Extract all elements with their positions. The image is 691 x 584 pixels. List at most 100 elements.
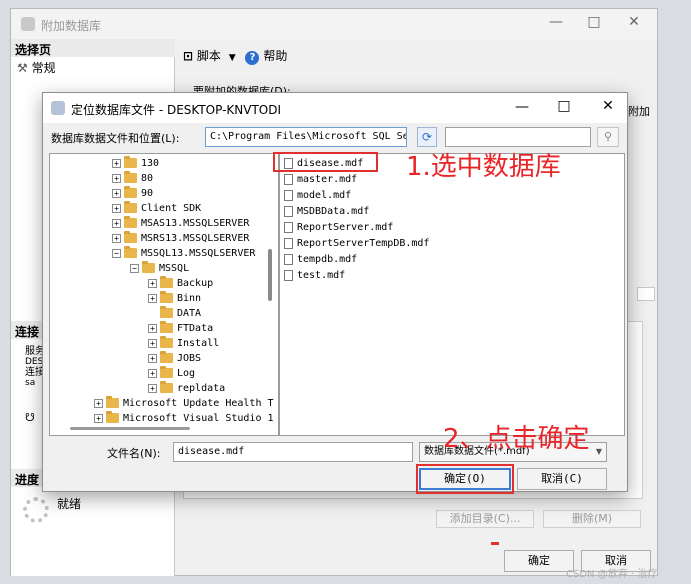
tree-item[interactable]: + repldata [148,381,225,396]
expand-icon[interactable]: + [112,158,121,168]
folder-icon [106,396,119,408]
filter-input[interactable] [445,127,591,147]
collapse-icon[interactable]: − [112,248,121,258]
tree-item[interactable]: + Log [148,366,195,381]
folder-icon [124,246,137,258]
tree-item[interactable]: +80 [112,171,153,186]
expand-icon[interactable]: + [112,203,121,213]
ok-button[interactable]: 确定 [504,550,574,572]
file-item[interactable]: tempdb.mdf [284,252,357,267]
progress-spinner-icon [23,497,49,523]
expand-icon[interactable]: + [148,293,157,303]
tree-vertical-scrollbar[interactable] [268,249,272,301]
folder-icon [124,156,137,168]
expand-icon[interactable]: + [112,218,121,228]
chevron-down-icon: ▼ [228,53,236,63]
folder-icon [142,261,155,273]
maximize-icon[interactable]: □ [579,14,609,30]
app-icon [21,17,35,31]
folder-icon [160,366,173,378]
refresh-icon[interactable]: ⟳ [417,127,437,147]
tree-item[interactable]: + Install [148,336,219,351]
expand-icon[interactable]: + [148,383,157,393]
watermark: CSDN @放弃 · 治疗 [566,569,658,580]
help-button[interactable]: ? 帮助 [245,49,287,65]
attach-dialog-titlebar: 附加数据库 — □ ✕ [11,9,657,39]
expand-icon[interactable]: + [94,413,103,423]
file-item[interactable]: test.mdf [284,268,345,283]
file-icon [284,237,293,249]
filename-label: 文件名(N): [107,447,161,460]
locate-dialog-titlebar: 定位数据库文件 - DESKTOP-KNVTODI — □ ✕ [43,93,627,123]
file-icon [284,173,293,185]
filename-input[interactable]: disease.mdf [173,442,413,462]
minimize-icon[interactable]: — [507,99,537,115]
expand-icon[interactable]: + [112,173,121,183]
folder-icon [106,411,119,423]
attach-dialog-title: 附加数据库 [41,19,102,33]
tree-item[interactable]: − MSSQL13.MSSQLSERVER [112,246,255,261]
folder-icon [160,336,173,348]
expand-icon[interactable]: + [94,398,103,408]
folder-icon [124,186,137,198]
path-label: 数据库数据文件和位置(L): [51,132,180,145]
tree-item[interactable]: + Backup [148,276,213,291]
chevron-down-icon: ▼ [595,447,602,456]
expand-icon[interactable]: + [148,278,157,288]
file-item[interactable]: MSDBData.mdf [284,204,369,219]
expand-icon[interactable]: + [148,338,157,348]
expand-icon[interactable]: + [148,353,157,363]
expand-icon[interactable]: + [148,323,157,333]
page-item-general[interactable]: ⚒ 常规 [17,59,56,76]
tree-item-selected[interactable]: DATA [160,306,201,321]
folder-icon [124,231,137,243]
tree-item[interactable]: +130 [112,156,159,171]
folder-icon [160,291,173,303]
tree-item[interactable]: + Microsoft Update Health T [94,396,274,411]
file-item[interactable]: model.mdf [284,188,351,203]
expand-icon[interactable]: + [112,188,121,198]
script-icon: ⊡ [183,49,194,63]
file-item[interactable]: ReportServerTempDB.mdf [284,236,429,251]
app-icon [51,101,65,115]
toolbar: ⊡ 脚本 ▼ ? 帮助 [183,47,287,69]
path-input[interactable]: C:\Program Files\Microsoft SQL Serve [205,127,407,147]
expand-icon[interactable]: + [148,368,157,378]
add-catalog-button[interactable]: 添加目录(C)... [436,510,534,528]
tree-item[interactable]: + FTData [148,321,213,336]
help-icon: ? [245,51,260,65]
wrench-icon: ⚒ [17,61,28,75]
file-item[interactable]: master.mdf [284,172,357,187]
right-scroll-stub [637,287,655,301]
annotation-step2: 2、点击确定 [443,424,590,454]
tree-horizontal-scrollbar[interactable] [70,427,190,430]
remove-button[interactable]: 删除(M) [543,510,641,528]
close-icon[interactable]: ✕ [593,98,623,114]
red-dash-mark [491,542,499,545]
cancel-button[interactable]: 取消(C) [517,468,607,490]
expand-icon[interactable]: + [112,233,121,243]
tree-item[interactable]: + JOBS [148,351,201,366]
close-icon[interactable]: ✕ [619,14,649,30]
tree-item[interactable]: − MSSQL [130,261,189,276]
tree-item[interactable]: + MSRS13.MSSQLSERVER [112,231,249,246]
file-icon [284,205,293,217]
tree-item[interactable]: +90 [112,186,153,201]
file-icon [284,253,293,265]
annotation-step1: 1.选中数据库 [406,152,561,182]
maximize-icon[interactable]: □ [549,98,579,114]
tree-item[interactable]: + Microsoft Visual Studio 1 [94,411,274,426]
collapse-icon[interactable]: − [130,263,139,273]
folder-icon [160,306,173,318]
annotation-box-ok [416,464,514,494]
script-button[interactable]: ⊡ 脚本 ▼ [183,49,239,63]
view-connection-properties-icon[interactable]: ☋ [25,411,35,424]
file-item[interactable]: ReportServer.mdf [284,220,393,235]
tree-item[interactable]: + MSAS13.MSSQLSERVER [112,216,249,231]
file-icon [284,269,293,281]
file-icon [284,189,293,201]
tree-item[interactable]: + Client SDK [112,201,201,216]
search-icon[interactable]: ⚲ [597,127,619,147]
tree-item[interactable]: + Binn [148,291,201,306]
minimize-icon[interactable]: — [541,14,571,30]
